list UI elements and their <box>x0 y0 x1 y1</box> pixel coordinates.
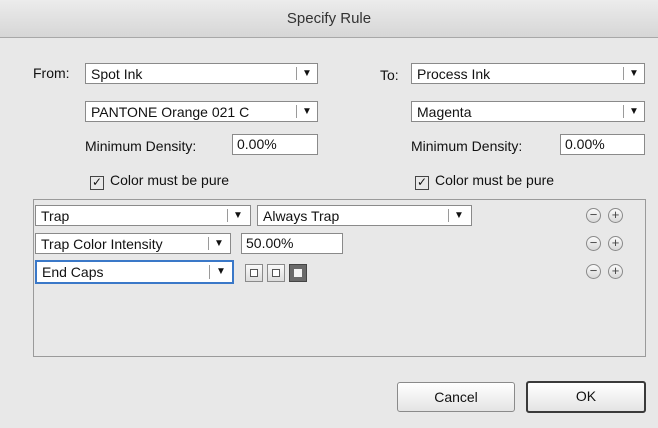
to-ink-type-value: Process Ink <box>417 66 491 82</box>
cap-round-icon <box>272 269 280 277</box>
title-bar: Specify Rule <box>0 0 658 38</box>
rule-property-select-trap[interactable]: Trap ▼ <box>35 205 251 226</box>
rule-value-select-trap[interactable]: Always Trap ▼ <box>257 205 472 226</box>
from-pure-label: Color must be pure <box>110 172 230 188</box>
cap-square-icon <box>250 269 258 277</box>
rule-property-value: Trap <box>41 208 70 224</box>
to-min-density-label: Minimum Density: <box>411 138 523 154</box>
chevron-down-icon: ▼ <box>302 68 312 79</box>
to-ink-type-select[interactable]: Process Ink ▼ <box>411 63 645 84</box>
rule-property-value: Trap Color Intensity <box>41 236 163 252</box>
trap-intensity-field[interactable]: 50.00% <box>241 233 343 254</box>
to-label: To: <box>380 67 399 83</box>
chevron-down-icon: ▼ <box>629 106 639 117</box>
to-pure-checkbox[interactable]: ✓ Color must be pure <box>415 172 555 190</box>
from-min-density-field[interactable]: 0.00% <box>232 134 318 155</box>
from-ink-type-value: Spot Ink <box>91 66 143 82</box>
end-cap-square-button[interactable] <box>245 264 263 282</box>
from-min-density-label: Minimum Density: <box>85 138 197 154</box>
chevron-down-icon: ▼ <box>302 106 312 117</box>
from-pure-checkbox[interactable]: ✓ Color must be pure <box>90 172 230 190</box>
to-pure-label: Color must be pure <box>435 172 555 188</box>
remove-rule-button[interactable]: − <box>586 264 601 279</box>
chevron-down-icon: ▼ <box>454 210 464 221</box>
rule-value: Always Trap <box>263 208 340 224</box>
from-ink-name-value: PANTONE Orange 021 C <box>91 104 250 120</box>
rule-property-select-intensity[interactable]: Trap Color Intensity ▼ <box>35 233 231 254</box>
check-icon: ✓ <box>90 175 104 190</box>
check-icon: ✓ <box>415 175 429 190</box>
to-ink-name-value: Magenta <box>417 104 472 120</box>
from-label: From: <box>33 65 70 81</box>
add-rule-button[interactable]: + <box>608 236 623 251</box>
cap-projecting-icon <box>294 269 302 277</box>
rule-property-value: End Caps <box>42 264 104 280</box>
chevron-down-icon: ▼ <box>216 266 226 277</box>
from-ink-type-select[interactable]: Spot Ink ▼ <box>85 63 318 84</box>
end-cap-round-button[interactable] <box>267 264 285 282</box>
to-ink-name-select[interactable]: Magenta ▼ <box>411 101 645 122</box>
ok-button[interactable]: OK <box>526 381 646 413</box>
add-rule-button[interactable]: + <box>608 264 623 279</box>
chevron-down-icon: ▼ <box>233 210 243 221</box>
remove-rule-button[interactable]: − <box>586 236 601 251</box>
chevron-down-icon: ▼ <box>214 238 224 249</box>
remove-rule-button[interactable]: − <box>586 208 601 223</box>
from-ink-name-select[interactable]: PANTONE Orange 021 C ▼ <box>85 101 318 122</box>
window-title: Specify Rule <box>286 10 372 27</box>
rule-property-select-end-caps[interactable]: End Caps ▼ <box>35 260 234 284</box>
cancel-button[interactable]: Cancel <box>397 382 515 412</box>
end-cap-projecting-button[interactable] <box>289 264 307 282</box>
chevron-down-icon: ▼ <box>629 68 639 79</box>
to-min-density-field[interactable]: 0.00% <box>560 134 645 155</box>
rules-panel: Trap ▼ Always Trap ▼ − + Trap Color Inte… <box>33 199 646 357</box>
add-rule-button[interactable]: + <box>608 208 623 223</box>
